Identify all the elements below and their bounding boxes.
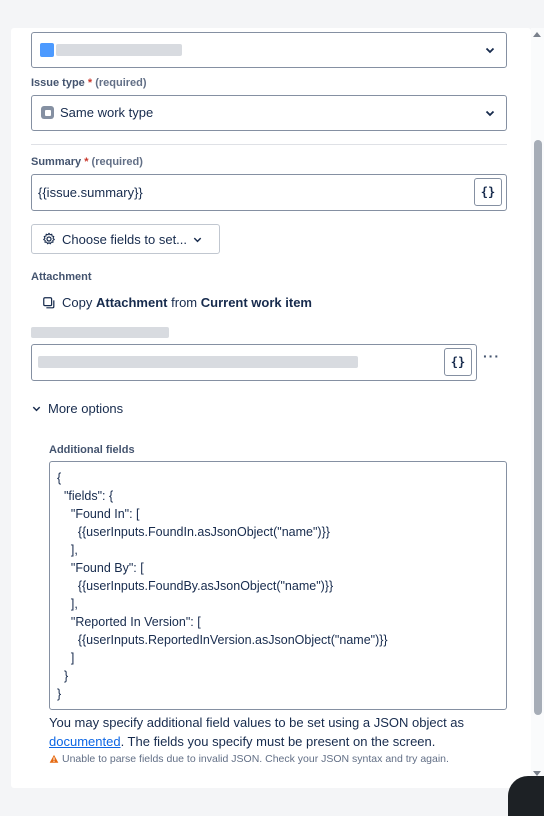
- more-actions-icon[interactable]: ···: [483, 348, 500, 364]
- work-type-icon: [41, 106, 54, 119]
- additional-fields-label: Additional fields: [49, 444, 135, 456]
- gear-icon: [43, 232, 55, 245]
- chevron-down-icon: [485, 47, 495, 54]
- warning-icon: [49, 754, 59, 763]
- smart-value-button[interactable]: {}: [474, 178, 502, 206]
- issue-type-value: Same work type: [60, 105, 154, 120]
- more-options-toggle[interactable]: More options: [31, 401, 123, 416]
- smart-value-button[interactable]: {}: [444, 348, 472, 376]
- issue-type-select[interactable]: Same work type: [31, 95, 507, 131]
- json-error-message: Unable to parse fields due to invalid JS…: [49, 753, 449, 765]
- scroll-up-arrow-icon[interactable]: [533, 32, 541, 37]
- summary-label: Summary * (required): [31, 156, 143, 168]
- redacted-field-label: [31, 327, 169, 338]
- summary-input[interactable]: {{issue.summary}} {}: [31, 174, 507, 211]
- scrollbar-thumb[interactable]: [534, 140, 542, 715]
- copy-icon: [43, 296, 55, 308]
- section-divider: [31, 144, 507, 145]
- documented-link[interactable]: documented: [49, 734, 121, 749]
- project-avatar-icon: [40, 43, 54, 57]
- choose-fields-button[interactable]: Choose fields to set...: [31, 224, 220, 254]
- form-panel: Issue type * (required) Same work type S…: [11, 28, 531, 788]
- json-code: { "fields": { "Found In": [ {{userInputs…: [57, 471, 388, 701]
- issue-type-label: Issue type * (required): [31, 77, 147, 89]
- project-name-redacted: [56, 44, 182, 56]
- attachment-label: Attachment: [31, 271, 92, 283]
- project-select[interactable]: [31, 32, 507, 68]
- redacted-field-input[interactable]: {}: [31, 344, 477, 381]
- additional-fields-help: You may specify additional field values …: [49, 715, 465, 749]
- attachment-copy-row: Copy Attachment from Current work item: [42, 295, 312, 310]
- choose-fields-label: Choose fields to set...: [62, 231, 188, 247]
- summary-value: {{issue.summary}}: [38, 185, 143, 200]
- floating-help-button[interactable]: [508, 776, 544, 816]
- additional-fields-textarea[interactable]: { "fields": { "Found In": [ {{userInputs…: [49, 461, 507, 710]
- redacted-field-value: [38, 356, 358, 368]
- chevron-down-icon: [193, 237, 202, 242]
- chevron-down-icon: [32, 406, 41, 412]
- chevron-down-icon: [485, 110, 495, 117]
